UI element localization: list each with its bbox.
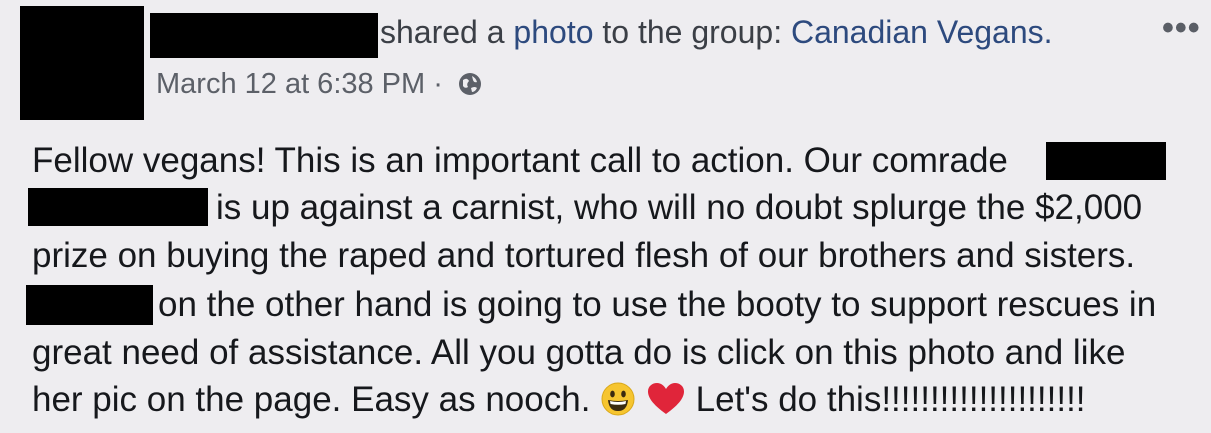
post-line-6-end: Let's do this!!!!!!!!!!!!!!!!!!!!! — [695, 380, 1086, 419]
post-line-4: on the other hand is going to use the bo… — [158, 285, 1157, 324]
timestamp-link[interactable]: March 12 at 6:38 PM · — [156, 68, 451, 100]
avatar[interactable] — [20, 6, 144, 120]
photo-link[interactable]: photo — [513, 14, 593, 50]
redacted-name-1 — [1046, 142, 1166, 180]
post-line-6: her pic on the page. Easy as nooch. Let'… — [32, 380, 1086, 426]
to-group-text: to the group: — [593, 14, 791, 50]
post-line-5: great need of assistance. All you gotta … — [32, 333, 1126, 372]
post-line-2: is up against a carnist, who will no dou… — [216, 188, 1143, 227]
post-line-1: Fellow vegans! This is an important call… — [32, 141, 1008, 180]
shared-text: shared a — [380, 14, 514, 50]
redacted-name-3 — [26, 285, 153, 325]
post-meta: March 12 at 6:38 PM · — [156, 68, 483, 105]
post-header: shared a photo to the group: Canadian Ve… — [380, 14, 1053, 51]
group-name-link[interactable]: Canadian Vegans. — [791, 14, 1053, 50]
post-line-6-text: her pic on the page. Easy as nooch. — [32, 380, 591, 419]
globe-icon — [457, 71, 483, 105]
redacted-name-2 — [28, 188, 208, 226]
post-line-3: prize on buying the raped and tortured f… — [32, 236, 1136, 275]
redacted-author-name[interactable] — [150, 13, 378, 58]
more-options-button[interactable]: ••• — [1162, 11, 1201, 45]
grinning-face-icon — [600, 381, 636, 426]
red-heart-icon — [646, 381, 686, 426]
